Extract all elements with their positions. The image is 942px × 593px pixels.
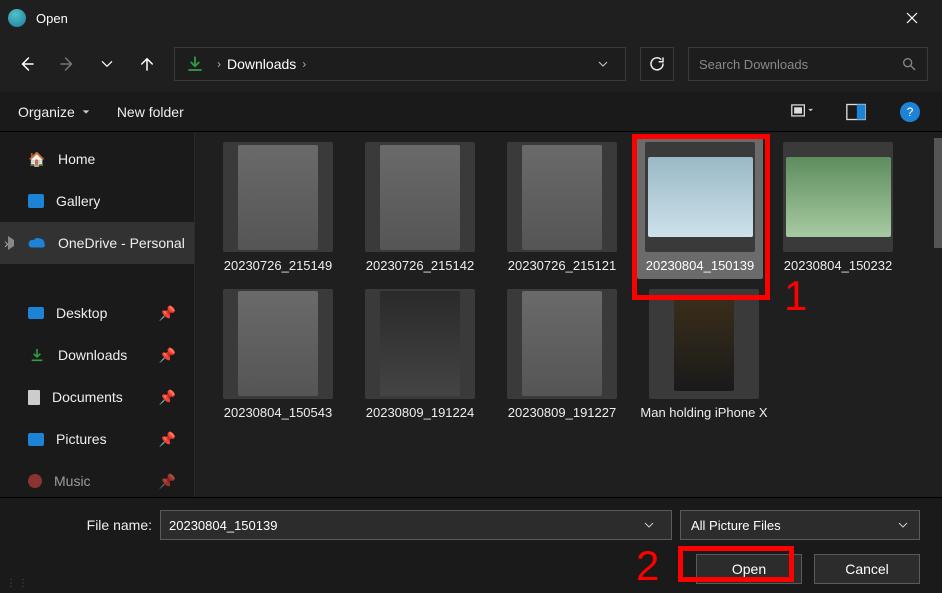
sidebar-item-label: Desktop (56, 305, 107, 321)
sidebar-item-label: Gallery (56, 193, 100, 209)
filetype-value: All Picture Files (691, 518, 897, 533)
annotation-number-1: 1 (784, 272, 807, 320)
cancel-label: Cancel (845, 561, 889, 577)
sidebar-item-label: OneDrive - Personal (58, 235, 185, 251)
sidebar-item-onedrive[interactable]: › OneDrive - Personal (0, 222, 194, 264)
chevron-right-icon: › (4, 235, 9, 251)
forward-button[interactable] (54, 51, 80, 77)
cancel-button[interactable]: Cancel (814, 554, 920, 584)
pin-icon: 📌 (159, 389, 176, 406)
filename-value: 20230804_150139 (169, 518, 643, 533)
footer: File name: 20230804_150139 All Picture F… (0, 497, 942, 593)
sidebar-item-label: Downloads (58, 347, 127, 363)
chevron-down-icon[interactable] (643, 519, 663, 531)
sidebar-item-desktop[interactable]: Desktop 📌 (0, 292, 194, 334)
sidebar-item-label: Pictures (56, 431, 107, 447)
new-folder-label: New folder (117, 104, 184, 120)
home-icon: 🏠 (28, 150, 46, 168)
filetype-combo[interactable]: All Picture Files (680, 510, 920, 540)
file-list[interactable]: 20230726_215149 20230726_215142 20230726… (195, 132, 942, 497)
address-dropdown[interactable] (591, 52, 615, 76)
recent-locations-button[interactable] (94, 51, 120, 77)
pin-icon: 📌 (159, 431, 176, 448)
music-icon (28, 474, 42, 488)
search-icon (901, 56, 917, 72)
pin-icon: 📌 (159, 347, 176, 364)
view-options-button[interactable] (788, 98, 816, 126)
help-button[interactable]: ? (896, 98, 924, 126)
file-item[interactable]: 20230809_191227 (499, 289, 625, 422)
back-button[interactable] (14, 51, 40, 77)
address-bar[interactable]: › Downloads › (174, 47, 626, 81)
downloads-icon (28, 346, 46, 364)
sidebar-item-downloads[interactable]: Downloads 📌 (0, 334, 194, 376)
window-title: Open (36, 11, 68, 26)
file-name: 20230804_150139 (635, 258, 765, 275)
organize-button[interactable]: Organize (18, 104, 91, 120)
organize-label: Organize (18, 104, 75, 120)
search-input[interactable] (699, 57, 901, 72)
desktop-icon (28, 307, 44, 319)
sidebar: 🏠 Home Gallery › OneDrive - Personal Des… (0, 132, 195, 497)
open-file-dialog: Open › Downloads › (0, 0, 942, 593)
breadcrumb-item[interactable]: Downloads (227, 56, 296, 72)
file-name: 20230726_215121 (497, 258, 627, 275)
annotation-number-2: 2 (636, 542, 659, 590)
pin-icon: 📌 (159, 473, 176, 490)
chevron-down-icon (897, 519, 909, 531)
file-name: 20230804_150543 (213, 405, 343, 422)
downloads-folder-icon (185, 54, 205, 74)
gallery-icon (28, 194, 44, 208)
scrollbar-thumb[interactable] (934, 138, 942, 248)
file-item[interactable]: 20230726_215142 (357, 142, 483, 275)
filename-combo[interactable]: 20230804_150139 (160, 510, 672, 540)
sidebar-item-label: Home (58, 151, 95, 167)
sidebar-item-home[interactable]: 🏠 Home (0, 138, 194, 180)
close-button[interactable] (890, 0, 934, 36)
file-item[interactable]: Man holding iPhone X (641, 289, 767, 422)
file-item[interactable]: 20230809_191224 (357, 289, 483, 422)
file-item[interactable]: 20230726_215149 (215, 142, 341, 275)
new-folder-button[interactable]: New folder (117, 104, 184, 120)
refresh-button[interactable] (640, 47, 674, 81)
file-name: 20230809_191224 (355, 405, 485, 422)
chevron-down-icon (81, 107, 91, 117)
dialog-body: 🏠 Home Gallery › OneDrive - Personal Des… (0, 132, 942, 497)
file-item[interactable]: 20230804_150543 (215, 289, 341, 422)
titlebar: Open (0, 0, 942, 36)
sidebar-item-gallery[interactable]: Gallery (0, 180, 194, 222)
chevron-right-icon: › (302, 57, 306, 71)
toolbar: Organize New folder ? (0, 92, 942, 132)
onedrive-icon (28, 234, 46, 252)
sidebar-item-label: Documents (52, 389, 123, 405)
search-box[interactable] (688, 47, 928, 81)
documents-icon (28, 390, 40, 405)
file-item[interactable]: 20230804_150232 (775, 142, 901, 275)
chevron-right-icon: › (217, 57, 221, 71)
open-button[interactable]: Open (696, 554, 802, 584)
file-item[interactable]: 20230726_215121 (499, 142, 625, 275)
up-button[interactable] (134, 51, 160, 77)
file-item-selected[interactable]: 20230804_150139 (637, 138, 763, 279)
file-name: 20230726_215149 (213, 258, 343, 275)
sidebar-item-documents[interactable]: Documents 📌 (0, 376, 194, 418)
pictures-icon (28, 433, 44, 446)
sidebar-item-label: Music (54, 473, 91, 489)
open-label: Open (732, 561, 766, 577)
preview-pane-button[interactable] (842, 98, 870, 126)
file-name: 20230726_215142 (355, 258, 485, 275)
resize-grip-icon: ⋮⋮ (6, 578, 30, 589)
nav-row: › Downloads › (0, 36, 942, 92)
sidebar-item-music[interactable]: Music 📌 (0, 460, 194, 497)
filename-label: File name: (72, 517, 152, 533)
sidebar-item-pictures[interactable]: Pictures 📌 (0, 418, 194, 460)
file-name: Man holding iPhone X (639, 405, 769, 422)
file-name: 20230809_191227 (497, 405, 627, 422)
app-icon (8, 9, 26, 27)
pin-icon: 📌 (159, 305, 176, 322)
